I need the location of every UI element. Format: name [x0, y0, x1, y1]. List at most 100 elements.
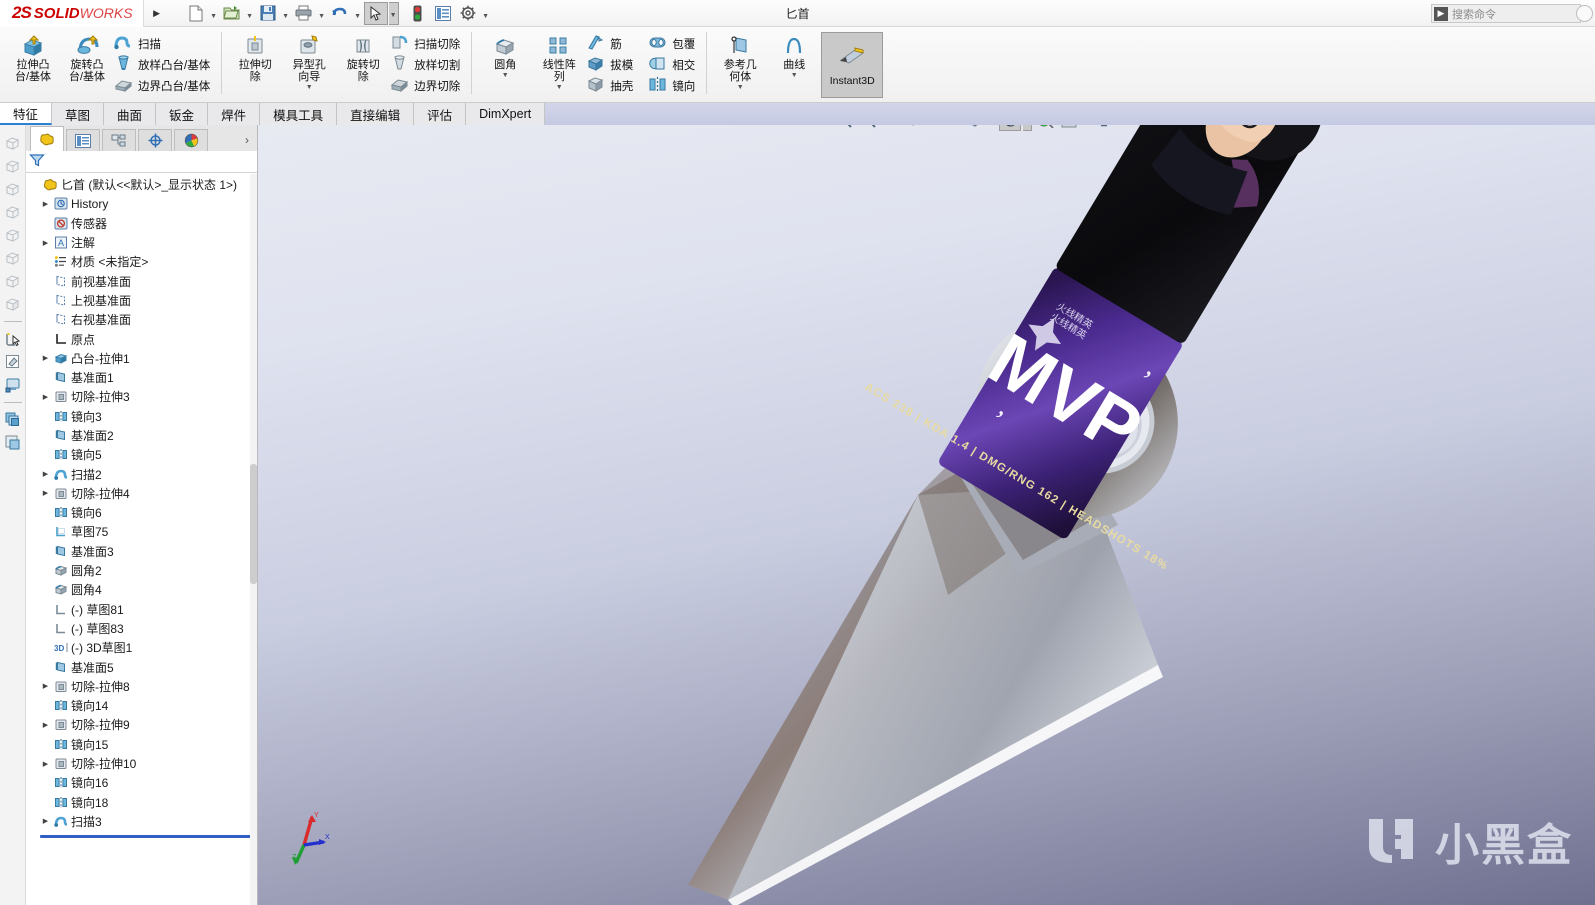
tree-expander[interactable]: ▶	[39, 817, 52, 825]
rebuild-button[interactable]	[406, 2, 430, 25]
tab-mold-tools[interactable]: 模具工具	[260, 103, 338, 125]
open-document-button[interactable]	[220, 2, 244, 25]
extrude-boss-button[interactable]: 拉伸凸 台/基体	[6, 30, 60, 83]
tree-item-mirror15[interactable]: 镜向15	[26, 735, 257, 754]
tab-direct-editing[interactable]: 直接编辑	[337, 103, 415, 125]
tree-expander[interactable]: ▶	[39, 721, 52, 729]
tree-expander[interactable]: ▶	[39, 489, 52, 497]
view-orientation-3-icon[interactable]	[3, 179, 23, 199]
reference-geometry-button[interactable]: 参考几 何体 ▼	[713, 30, 767, 92]
tree-item-plane5[interactable]: 基准面5	[26, 657, 257, 676]
section-cube-icon[interactable]	[3, 294, 23, 314]
tree-item-sketch75[interactable]: 草图75	[26, 522, 257, 541]
tree-item-cut-extrude9[interactable]: ▶ 切除-拉伸9	[26, 715, 257, 734]
view-orientation-7-icon[interactable]	[3, 271, 23, 291]
print-document-dropdown-arrow[interactable]: ▼	[317, 2, 327, 25]
linear-pattern-button[interactable]: 线性阵列 ▼	[532, 30, 586, 92]
hole-wizard-button[interactable]: 异型孔 向导 ▼	[282, 30, 336, 92]
instant3d-button[interactable]: Instant3D	[821, 32, 884, 98]
shell-button[interactable]: 抽壳	[586, 76, 638, 95]
settings-dropdown-arrow[interactable]: ▼	[481, 2, 491, 25]
tree-expander[interactable]: ▶	[39, 760, 52, 768]
tree-item-sweep2[interactable]: ▶ 扫描2	[26, 464, 257, 483]
tab-dimxpert[interactable]: DimXpert	[466, 103, 546, 125]
display-manager-tab[interactable]	[174, 129, 208, 151]
fillet-dropdown-arrow[interactable]: ▼	[502, 71, 509, 80]
gear-icon[interactable]	[456, 2, 480, 25]
select-tool-button[interactable]	[363, 1, 388, 25]
view-orientation-2-icon[interactable]	[3, 156, 23, 176]
dagger-3d-model[interactable]: MVP 火线精英 火线精英 ’ ’ ACS 238 | KDA 1.4 | DM…	[258, 125, 1595, 905]
tree-item-history[interactable]: ▶ History	[26, 194, 257, 213]
tab-evaluate[interactable]: 评估	[414, 103, 467, 125]
tree-item-mirror14[interactable]: 镜向14	[26, 696, 257, 715]
draft-button[interactable]: 拔模	[586, 55, 638, 74]
tree-root-row[interactable]: 匕首 (默认<<默认>_显示状态 1>)	[26, 175, 257, 194]
undo-dropdown-arrow[interactable]: ▼	[353, 2, 363, 25]
revolve-cut-button[interactable]: 旋转切除	[336, 30, 390, 83]
tree-item-origin[interactable]: 原点	[26, 329, 257, 348]
tree-item-cut-extrude4[interactable]: ▶ 切除-拉伸4	[26, 484, 257, 503]
tree-expander[interactable]: ▶	[39, 470, 52, 478]
property-manager-tab[interactable]	[66, 129, 100, 151]
boundary-cut-button[interactable]: 边界切除	[390, 76, 465, 95]
tree-item-sweep3[interactable]: ▶ 扫描3	[26, 812, 257, 831]
search-submit-button[interactable]	[1576, 5, 1593, 22]
tab-sketch[interactable]: 草图	[52, 103, 105, 125]
reference-geometry-dropdown-arrow[interactable]: ▼	[737, 83, 744, 92]
tab-surfaces[interactable]: 曲面	[104, 103, 157, 125]
tree-item-mirror3[interactable]: 镜向3	[26, 407, 257, 426]
tree-expander[interactable]: ▶	[39, 682, 52, 690]
tree-item-cut-extrude10[interactable]: ▶ 切除-拉伸10	[26, 754, 257, 773]
feature-manager-expand-chevron[interactable]: ›	[245, 133, 257, 151]
magnify-select-icon[interactable]	[3, 329, 23, 349]
sweep-button[interactable]: 扫描	[114, 34, 215, 53]
display-pane-icon[interactable]	[3, 375, 23, 395]
tree-item-3dsketch1[interactable]: 3D (-) 3D草图1	[26, 638, 257, 657]
curves-dropdown-arrow[interactable]: ▼	[791, 71, 798, 80]
feature-tree-scrollbar[interactable]	[250, 174, 257, 905]
menu-expand-button[interactable]: ▶	[144, 0, 170, 27]
options-list-button[interactable]	[431, 2, 455, 25]
feature-tree-scrollbar-thumb[interactable]	[250, 464, 257, 584]
hole-wizard-dropdown-arrow[interactable]: ▼	[306, 83, 313, 92]
view-orientation-4-icon[interactable]	[3, 202, 23, 222]
tree-item-sketch81[interactable]: (-) 草图81	[26, 600, 257, 619]
select-tool-dropdown-arrow[interactable]: ▼	[388, 1, 399, 25]
tree-item-fillet4[interactable]: 圆角4	[26, 580, 257, 599]
wrap-button[interactable]: 包覆	[648, 34, 700, 53]
configuration-manager-tab[interactable]	[102, 129, 136, 151]
tree-item-front-plane[interactable]: 前视基准面	[26, 271, 257, 290]
copy-stack-1-icon[interactable]	[3, 410, 23, 430]
print-document-button[interactable]	[292, 2, 316, 25]
rib-button[interactable]: 筋	[586, 34, 638, 53]
tree-item-top-plane[interactable]: 上视基准面	[26, 291, 257, 310]
curves-button[interactable]: 曲线 ▼	[767, 30, 821, 80]
view-orientation-6-icon[interactable]	[3, 248, 23, 268]
loft-boss-button[interactable]: 放样凸台/基体	[114, 54, 215, 74]
mirror-button[interactable]: 镜向	[648, 76, 700, 95]
tab-weldments[interactable]: 焊件	[208, 103, 261, 125]
sweep-cut-button[interactable]: 扫描切除	[390, 34, 465, 53]
tree-item-material[interactable]: 材质 <未指定>	[26, 252, 257, 271]
feature-manager-tab[interactable]	[30, 126, 64, 151]
search-command-box[interactable]: ▶ 搜索命令	[1431, 4, 1581, 23]
boundary-boss-button[interactable]: 边界凸台/基体	[114, 76, 215, 95]
tree-item-plane2[interactable]: 基准面2	[26, 426, 257, 445]
save-document-button[interactable]	[256, 2, 280, 25]
edit-appearance-icon[interactable]	[3, 352, 23, 372]
linear-pattern-dropdown-arrow[interactable]: ▼	[556, 83, 563, 92]
tree-item-right-plane[interactable]: 右视基准面	[26, 310, 257, 329]
tree-item-cut-extrude3[interactable]: ▶ 切除-拉伸3	[26, 387, 257, 406]
tree-item-sketch83[interactable]: (-) 草图83	[26, 619, 257, 638]
feature-tree-filter[interactable]	[26, 151, 257, 173]
view-orientation-5-icon[interactable]	[3, 225, 23, 245]
revolve-boss-button[interactable]: 旋转凸 台/基体	[60, 30, 114, 83]
undo-button[interactable]	[328, 2, 352, 25]
tree-item-fillet2[interactable]: 圆角2	[26, 561, 257, 580]
tree-expander[interactable]: ▶	[39, 354, 52, 362]
save-document-dropdown-arrow[interactable]: ▼	[281, 2, 291, 25]
intersect-button[interactable]: 相交	[648, 55, 700, 74]
fillet-button[interactable]: 圆角 ▼	[478, 30, 532, 80]
tree-item-plane3[interactable]: 基准面3	[26, 542, 257, 561]
